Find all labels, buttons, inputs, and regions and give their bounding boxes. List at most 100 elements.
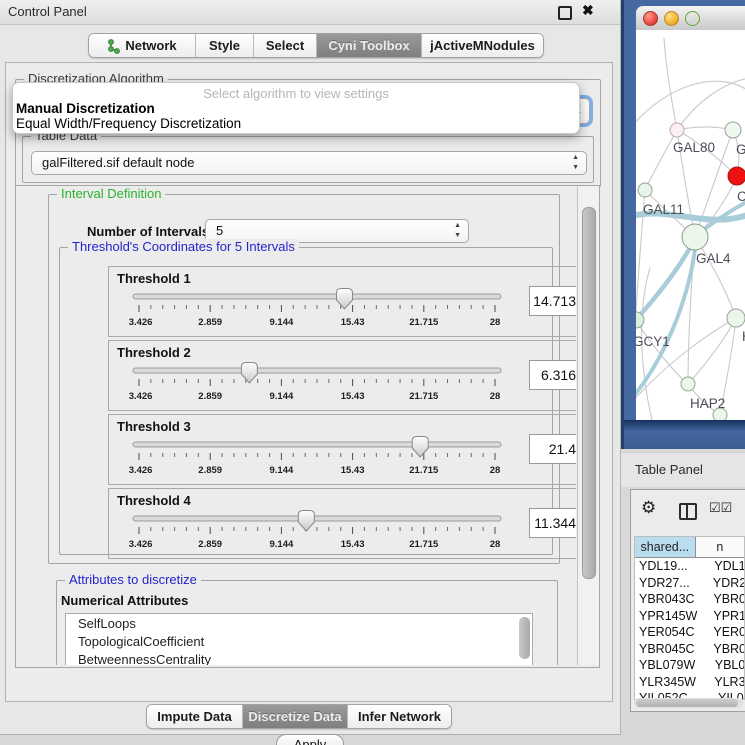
algorithm-dropdown-popup: Select algorithm to view settings Manual… [12,82,580,134]
network-node[interactable] [681,377,695,391]
cell-shared-name[interactable]: YDL19... [635,558,710,575]
cell-shared-name[interactable]: YBR045C [635,641,709,658]
thresholds-group-title: Threshold's Coordinates for 5 Intervals [68,239,299,254]
tab-style[interactable]: Style [196,34,254,57]
screen: Control Panel ✖ NetworkStyleSelectCyni T… [0,0,745,745]
cell-name[interactable]: YBL0 [711,657,744,674]
combo-stepper-icon[interactable]: ▲▼ [572,153,579,173]
cell-name[interactable]: YDR2 [709,575,744,592]
thresholds-groupbox: Threshold's Coordinates for 5 Intervals … [59,247,553,555]
network-node[interactable] [728,167,745,185]
cell-name[interactable]: YDL1 [710,558,744,575]
node-label: C [737,189,745,204]
table-panel-title: Table Panel [635,462,703,477]
table-row[interactable]: YDL19...YDL1 [635,558,744,575]
tab-infer-network[interactable]: Infer Network [348,705,451,728]
svg-text:21.715: 21.715 [409,317,439,328]
tab-discretize-data[interactable]: Discretize Data [243,705,348,728]
tab-label: Infer Network [358,709,441,724]
network-node[interactable] [682,224,708,250]
tab-select[interactable]: Select [254,34,317,57]
tab-jactivemnodules[interactable]: jActiveMNodules [422,34,543,57]
cell-shared-name[interactable]: YPR145W [635,608,709,625]
node-attribute-table[interactable]: shared... n YDL19...YDL1YDR27...YDR2YBR0… [634,536,745,700]
mac-zoom-icon[interactable] [685,11,700,26]
combo-stepper-icon[interactable]: ▲▼ [454,221,461,241]
float-window-icon[interactable] [558,6,572,20]
threshold-panel-4: Threshold 4-3.4262.8599.14415.4321.71528… [108,488,576,559]
table-row[interactable]: YDR27...YDR2 [635,575,744,592]
menu-item-equal-width-frequency-discretization[interactable]: Equal Width/Frequency Discretization [16,116,241,131]
network-node[interactable] [725,122,741,138]
hscrollbar-thumb[interactable] [636,699,738,707]
list-item-selfloops[interactable]: SelfLoops [66,614,532,632]
mac-minimize-icon[interactable] [664,11,679,26]
table-row[interactable]: YPR145WYPR1 [635,608,744,625]
threshold-value-field[interactable]: 6.316 [529,360,576,390]
cell-name[interactable]: YBR0 [709,591,744,608]
threshold-label: Threshold 3 [117,419,191,434]
list-item-topologicalcoefficient[interactable]: TopologicalCoefficient [66,632,532,650]
list-item-betweennesscentrality[interactable]: BetweennessCentrality [66,650,532,665]
cell-name[interactable]: YBR0 [709,641,744,658]
slider-thumb[interactable] [336,289,352,310]
tab-label: Select [266,38,304,53]
cell-name[interactable]: YPR1 [709,608,744,625]
network-node[interactable] [638,183,652,197]
slider-thumb[interactable] [241,363,257,384]
cell-shared-name[interactable]: YBR043C [635,591,709,608]
apply-button[interactable]: Apply [276,734,344,745]
cell-shared-name[interactable]: YER054C [635,624,709,641]
settings-scrollbar[interactable] [577,186,599,665]
scrollbar-thumb[interactable] [582,207,596,579]
numerical-attributes-list[interactable]: SelfLoopsTopologicalCoefficientBetweenne… [65,613,533,665]
cell-name[interactable]: YLR3 [710,674,744,691]
svg-text:28: 28 [490,391,501,402]
network-canvas[interactable]: GAL80GAGAL11CGAL4GCY1HHAP2 [636,30,745,420]
threshold-slider[interactable]: -3.4262.8599.14415.4321.71528 [129,433,509,479]
column-header-name[interactable]: n [696,537,744,557]
tab-network[interactable]: Network [89,34,196,57]
list-scrollbar-thumb[interactable] [519,617,530,659]
table-row[interactable]: YBL079WYBL0 [635,657,744,674]
svg-text:-3.426: -3.426 [129,539,152,550]
table-row[interactable]: YBR043CYBR0 [635,591,744,608]
table-data-select[interactable]: galFiltered.sif default node ▲▼ [31,151,587,175]
table-hscrollbar[interactable] [634,698,743,708]
cell-shared-name[interactable]: YDR27... [635,575,709,592]
threshold-value-field[interactable]: 21.4 [529,434,576,464]
menu-item-manual-discretization[interactable]: Manual Discretization [16,101,155,116]
checkbox-filter-icons[interactable]: ☑☑ [709,500,732,516]
tab-cyni-toolbox[interactable]: Cyni Toolbox [317,34,422,57]
table-row[interactable]: YER054CYER0 [635,624,744,641]
close-icon[interactable]: ✖ [582,2,594,19]
column-header-shared[interactable]: shared... [635,537,696,557]
bottom-tab-bar: Impute Data Discretize Data Infer Network [146,704,452,729]
threshold-value-field[interactable]: 11.344 [529,508,576,538]
cell-shared-name[interactable]: YLR345W [635,674,710,691]
svg-text:15.43: 15.43 [341,391,365,402]
settings-scrollpane: Interval Definition Number of Intervals … [15,185,600,668]
slider-thumb[interactable] [298,511,314,532]
tab-impute-data[interactable]: Impute Data [147,705,243,728]
threshold-panel-1: Threshold 1-3.4262.8599.14415.4321.71528… [108,266,576,337]
threshold-slider[interactable]: -3.4262.8599.14415.4321.71528 [129,507,509,553]
threshold-panel-3: Threshold 3-3.4262.8599.14415.4321.71528… [108,414,576,485]
gear-icon[interactable]: ⚙ [641,498,656,518]
slider-thumb[interactable] [412,437,428,458]
num-intervals-value: 5 [216,223,223,238]
mac-close-icon[interactable] [643,11,658,26]
table-row[interactable]: YLR345WYLR3 [635,674,744,691]
cell-name[interactable]: YER0 [709,624,744,641]
network-node[interactable] [727,309,745,327]
svg-text:-3.426: -3.426 [129,317,152,328]
threshold-slider[interactable]: -3.4262.8599.14415.4321.71528 [129,285,509,331]
threshold-slider[interactable]: -3.4262.8599.14415.4321.71528 [129,359,509,405]
svg-text:28: 28 [490,465,501,476]
tab-label: Impute Data [157,709,231,724]
network-node[interactable] [670,123,684,137]
threshold-value-field[interactable]: 14.713 [529,286,576,316]
split-view-icon[interactable] [679,503,697,520]
table-row[interactable]: YBR045CYBR0 [635,641,744,658]
cell-shared-name[interactable]: YBL079W [635,657,711,674]
